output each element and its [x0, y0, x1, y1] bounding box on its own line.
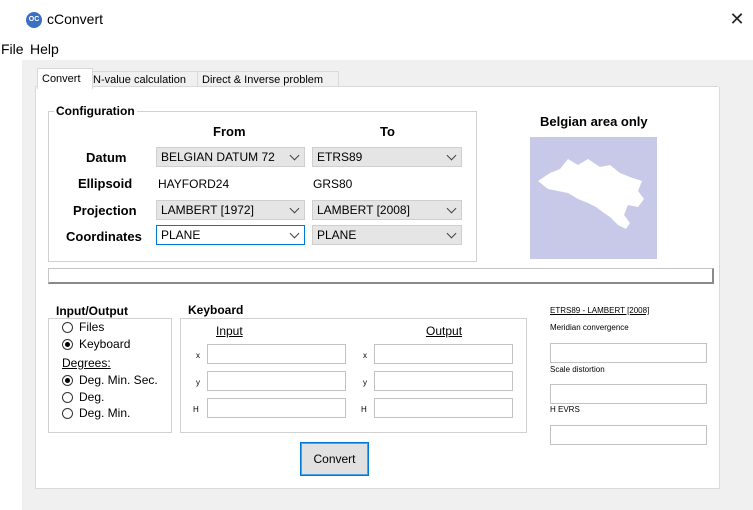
from-header: From [213, 124, 246, 139]
y-input-field[interactable] [207, 371, 346, 391]
scale-distortion-label: Scale distortion [550, 365, 605, 374]
app-icon: OC [26, 12, 42, 28]
h-input-field[interactable] [207, 398, 346, 418]
projection-from-value: LAMBERT [1972] [161, 203, 254, 217]
deg-min-radio[interactable] [62, 408, 73, 419]
files-radio[interactable] [62, 322, 73, 333]
deg-min-label: Deg. Min. [79, 406, 131, 420]
configuration-title: Configuration [54, 104, 137, 118]
coordinates-to-select[interactable]: PLANE [312, 225, 462, 245]
projection-to-value: LAMBERT [2008] [317, 203, 410, 217]
files-label: Files [79, 320, 105, 334]
projection-label: Projection [73, 203, 137, 218]
to-header: To [380, 124, 395, 139]
tab-convert[interactable]: Convert [37, 68, 93, 89]
keyboard-label: Keyboard [79, 337, 131, 351]
ellipsoid-from-value: HAYFORD24 [158, 177, 230, 191]
deg-radio[interactable] [62, 392, 73, 403]
meridian-convergence-field[interactable] [550, 343, 707, 363]
chevron-down-icon [289, 228, 300, 239]
h-evrs-field[interactable] [550, 425, 707, 445]
keyboard-title: Keyboard [186, 303, 246, 317]
coordinates-from-value: PLANE [161, 228, 201, 242]
y-output-field[interactable] [374, 371, 513, 391]
h-output-field[interactable] [374, 398, 513, 418]
coordinates-from-select[interactable]: PLANE [156, 225, 305, 245]
y-input-label: y [196, 378, 200, 387]
chevron-down-icon [289, 203, 300, 214]
degrees-label: Degrees: [62, 356, 111, 370]
x-input-field[interactable] [207, 344, 346, 364]
x-output-label: x [363, 351, 367, 360]
window-title: cConvert [47, 11, 104, 27]
datum-to-value: ETRS89 [317, 150, 363, 164]
coordinates-to-value: PLANE [317, 228, 357, 242]
h-input-label: H [193, 405, 199, 414]
chevron-down-icon [446, 228, 457, 239]
menu-file[interactable]: File [1, 41, 24, 57]
datum-to-select[interactable]: ETRS89 [312, 147, 462, 167]
keyboard-radio[interactable] [62, 339, 73, 350]
input-output-title: Input/Output [54, 304, 130, 318]
chevron-down-icon [446, 150, 457, 161]
deg-label: Deg. [79, 390, 105, 404]
datum-from-value: BELGIAN DATUM 72 [161, 150, 275, 164]
output-header: Output [426, 324, 463, 338]
map-caption: Belgian area only [540, 114, 648, 129]
h-evrs-label: H EVRS [550, 405, 580, 414]
convert-button[interactable]: Convert [300, 442, 369, 476]
menu-bar [0, 38, 753, 60]
scale-distortion-field[interactable] [550, 384, 707, 404]
title-bar [0, 0, 753, 38]
progress-bar [48, 268, 714, 284]
ellipsoid-to-value: GRS80 [313, 177, 353, 191]
datum-label: Datum [86, 150, 127, 165]
projection-link[interactable]: ETRS89 - LAMBERT [2008] [550, 306, 649, 315]
ellipsoid-label: Ellipsoid [78, 176, 133, 191]
belgium-map [530, 137, 657, 259]
meridian-convergence-label: Meridian convergence [550, 323, 629, 332]
close-button[interactable]: ✕ [726, 8, 748, 30]
projection-from-select[interactable]: LAMBERT [1972] [156, 200, 305, 220]
x-input-label: x [196, 351, 200, 360]
datum-from-select[interactable]: BELGIAN DATUM 72 [156, 147, 305, 167]
chevron-down-icon [289, 150, 300, 161]
menu-help[interactable]: Help [30, 41, 59, 57]
input-header: Input [216, 324, 243, 338]
chevron-down-icon [446, 203, 457, 214]
status-bar [35, 489, 718, 500]
belgium-shape-icon [538, 159, 644, 229]
deg-min-sec-radio[interactable] [62, 375, 73, 386]
x-output-field[interactable] [374, 344, 513, 364]
y-output-label: y [363, 378, 367, 387]
coordinates-label: Coordinates [66, 229, 142, 244]
projection-to-select[interactable]: LAMBERT [2008] [312, 200, 462, 220]
h-output-label: H [361, 405, 367, 414]
deg-min-sec-label: Deg. Min. Sec. [79, 373, 158, 387]
